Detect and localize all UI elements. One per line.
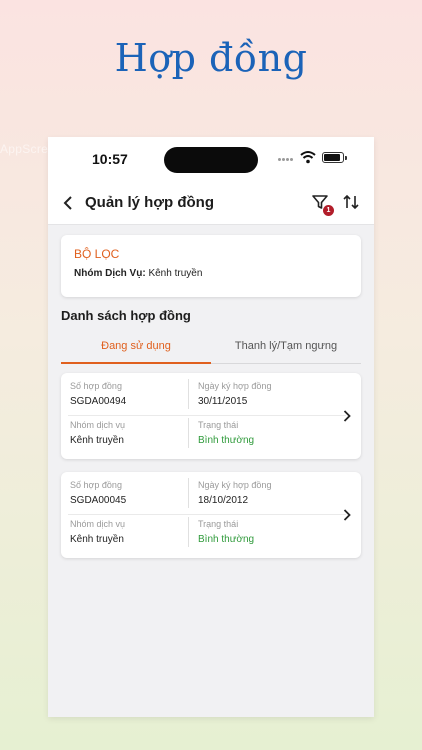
- divider: [68, 415, 346, 416]
- dynamic-island: [164, 147, 258, 173]
- divider: [188, 478, 189, 508]
- filter-title: BỘ LỌC: [74, 247, 120, 261]
- sort-button[interactable]: [342, 193, 362, 215]
- status-label: Trạng thái: [198, 519, 239, 529]
- contract-card[interactable]: Số hợp đồng SGDA00045 Ngày ký hợp đồng 1…: [61, 472, 361, 558]
- filter-summary: Nhóm Dịch Vụ: Kênh truyền: [74, 268, 202, 279]
- service-group: Kênh truyền: [70, 534, 124, 545]
- filter-count-badge: 1: [323, 205, 334, 216]
- chevron-left-icon: [63, 196, 72, 210]
- tab-terminated[interactable]: Thanh lý/Tạm ngưng: [211, 334, 361, 364]
- service-group-label: Nhóm dịch vụ: [70, 420, 126, 430]
- divider: [188, 418, 189, 448]
- signal-icon: [278, 158, 294, 162]
- status-time: 10:57: [92, 151, 128, 167]
- status-value: Bình thường: [198, 534, 255, 545]
- status-value: Bình thường: [198, 435, 255, 446]
- hero-title: Hợp đồng: [114, 36, 308, 80]
- filter-button[interactable]: 1: [311, 193, 334, 217]
- phone-screen: 10:57 Quản lý hợp đồng 1 BỘ LỌC Nhóm Dịc…: [48, 137, 374, 717]
- chevron-right-icon: [343, 509, 351, 521]
- sign-date: 18/10/2012: [198, 495, 249, 506]
- service-group: Kênh truyền: [70, 435, 124, 446]
- sort-icon: [343, 194, 359, 210]
- back-button[interactable]: [58, 191, 78, 215]
- tab-bar: Đang sử dụng Thanh lý/Tạm ngưng: [61, 334, 361, 364]
- divider: [188, 517, 189, 547]
- tab-in-use[interactable]: Đang sử dụng: [61, 334, 211, 364]
- contract-no: SGDA00494: [70, 396, 127, 407]
- divider: [68, 514, 346, 515]
- service-group-label: Nhóm dịch vụ: [70, 519, 126, 529]
- status-bar: 10:57: [48, 137, 374, 181]
- sign-date-label: Ngày ký hợp đồng: [198, 381, 272, 391]
- contract-no-label: Số hợp đồng: [70, 381, 122, 391]
- contract-card[interactable]: Số hợp đồng SGDA00494 Ngày ký hợp đồng 3…: [61, 373, 361, 459]
- chevron-right-icon: [343, 410, 351, 422]
- filter-value: Kênh truyền: [148, 268, 203, 279]
- sign-date-label: Ngày ký hợp đồng: [198, 480, 272, 490]
- contract-no: SGDA00045: [70, 495, 127, 506]
- list-title: Danh sách hợp đồng: [61, 308, 191, 323]
- wifi-icon: [300, 151, 316, 164]
- contract-no-label: Số hợp đồng: [70, 480, 122, 490]
- nav-bar: Quản lý hợp đồng 1: [48, 181, 374, 225]
- filter-card[interactable]: BỘ LỌC Nhóm Dịch Vụ: Kênh truyền: [61, 235, 361, 297]
- divider: [188, 379, 189, 409]
- status-label: Trạng thái: [198, 420, 239, 430]
- page-title: Quản lý hợp đồng: [85, 194, 214, 211]
- sign-date: 30/11/2015: [198, 396, 248, 407]
- filter-label: Nhóm Dịch Vụ:: [74, 268, 146, 279]
- battery-icon: [322, 152, 347, 163]
